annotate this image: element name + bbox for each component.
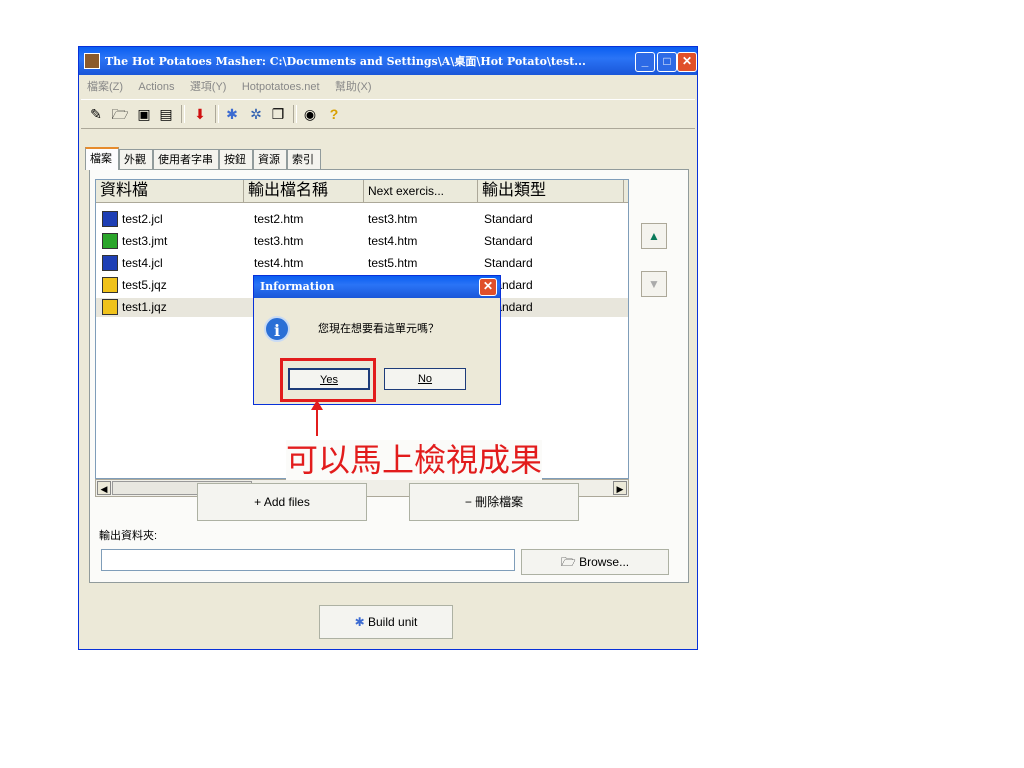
cell-file: test5.jqz <box>122 278 167 292</box>
cell-next: test4.htm <box>368 234 418 248</box>
save-icon[interactable]: ▣ <box>135 105 153 123</box>
scroll-right-icon[interactable]: ▶ <box>613 481 627 495</box>
dialog-title: Information <box>260 280 335 293</box>
masher-window: The Hot Potatoes Masher: C:\Documents an… <box>78 46 698 650</box>
build-index-icon[interactable]: ✲ <box>247 105 265 123</box>
tab-appearance[interactable]: 外觀 <box>119 149 153 169</box>
tab-resources[interactable]: 資源 <box>253 149 287 169</box>
menu-file[interactable]: 檔案(Z) <box>87 78 123 96</box>
annotation-arrow-line <box>316 404 318 436</box>
toolbar-separator <box>215 105 219 123</box>
cell-output: test2.htm <box>254 212 304 226</box>
dialog-close-button[interactable]: ✕ <box>479 278 497 296</box>
table-row[interactable]: test2.jcl test2.htm test3.htm Standard <box>96 210 628 229</box>
list-header: 資料檔 輸出檔名稱 Next exercis... 輸出類型 <box>96 180 628 203</box>
tab-buttons[interactable]: 按鈕 <box>219 149 253 169</box>
maximize-button[interactable]: □ <box>657 52 677 72</box>
column-output-name[interactable]: 輸出檔名稱 <box>244 180 364 202</box>
build-unit-icon[interactable]: ✱ <box>223 105 241 123</box>
tab-files[interactable]: 檔案 <box>85 147 119 170</box>
dialog-message: 您現在想要看這單元嗎？ <box>318 323 439 335</box>
file-icon <box>102 211 118 227</box>
output-folder-input[interactable] <box>101 549 515 571</box>
no-button[interactable]: No <box>384 368 466 390</box>
scroll-left-icon[interactable]: ◀ <box>97 481 111 495</box>
column-data-file[interactable]: 資料檔 <box>96 180 244 202</box>
save-as-icon[interactable]: ▤ <box>157 105 175 123</box>
column-next-exercise[interactable]: Next exercis... <box>364 180 478 202</box>
highlight-box <box>280 358 376 402</box>
new-file-icon[interactable]: ✎ <box>87 105 105 123</box>
toolbar: ✎ 🗁 ▣ ▤ ⬇ ✱ ✲ ❐ ◉ ? <box>81 99 695 129</box>
toolbar-separator <box>293 105 297 123</box>
file-icon <box>102 277 118 293</box>
copy-icon[interactable]: ❐ <box>269 105 287 123</box>
menu-options[interactable]: 選項(Y) <box>190 78 227 96</box>
build-unit-button[interactable]: ✱ Build unit <box>319 605 453 639</box>
file-icon <box>102 255 118 271</box>
column-output-type[interactable]: 輸出類型 <box>478 180 624 202</box>
cell-next: test5.htm <box>368 256 418 270</box>
cell-next: test3.htm <box>368 212 418 226</box>
open-folder-icon: 🗁 <box>560 555 580 569</box>
file-icon <box>102 233 118 249</box>
information-icon: i <box>264 316 290 342</box>
add-file-arrow-icon[interactable]: ⬇ <box>191 105 209 123</box>
menu-hotpotatoes-net[interactable]: Hotpotatoes.net <box>242 78 320 96</box>
dialog-title-bar[interactable]: Information ✕ <box>254 276 500 298</box>
tab-index[interactable]: 索引 <box>287 149 321 169</box>
browse-label: Browse... <box>579 555 630 569</box>
file-icon <box>102 299 118 315</box>
table-row[interactable]: test3.jmt test3.htm test4.htm Standard <box>96 232 628 251</box>
cell-type: Standard <box>484 234 533 248</box>
title-bar[interactable]: The Hot Potatoes Masher: C:\Documents an… <box>79 47 697 75</box>
add-files-button[interactable]: + Add files <box>197 483 367 521</box>
hot-potatoes-app-icon <box>84 53 100 69</box>
close-button[interactable]: ✕ <box>677 52 697 72</box>
annotation-text: 可以馬上檢視成果 <box>286 440 543 480</box>
menu-actions[interactable]: Actions <box>138 78 174 96</box>
output-folder-label: 輸出資料夾: <box>99 530 158 542</box>
delete-files-button[interactable]: − 刪除檔案 <box>409 483 579 521</box>
minimize-button[interactable]: _ <box>635 52 655 72</box>
cell-type: Standard <box>484 212 533 226</box>
browse-button[interactable]: 🗁 Browse... <box>521 549 669 575</box>
cell-output: test4.htm <box>254 256 304 270</box>
help-icon[interactable]: ? <box>325 105 343 123</box>
open-folder-icon[interactable]: 🗁 <box>111 105 129 123</box>
move-down-button[interactable]: ▼ <box>641 271 667 297</box>
move-up-button[interactable]: ▲ <box>641 223 667 249</box>
tab-user-strings[interactable]: 使用者字串 <box>153 149 219 169</box>
cell-file: test3.jmt <box>122 234 168 248</box>
toolbar-separator <box>181 105 185 123</box>
build-unit-label: Build unit <box>368 615 418 629</box>
cell-file: test2.jcl <box>122 212 163 226</box>
menu-bar: 檔案(Z) Actions 選項(Y) Hotpotatoes.net 幫助(X… <box>81 78 695 96</box>
table-row[interactable]: test4.jcl test4.htm test5.htm Standard <box>96 254 628 273</box>
cell-type: Standard <box>484 256 533 270</box>
cell-output: test3.htm <box>254 234 304 248</box>
web-icon[interactable]: ◉ <box>301 105 319 123</box>
build-unit-icon: ✱ <box>354 615 368 629</box>
menu-help[interactable]: 幫助(X) <box>335 78 372 96</box>
cell-file: test1.jqz <box>122 300 167 314</box>
cell-file: test4.jcl <box>122 256 163 270</box>
window-title: The Hot Potatoes Masher: C:\Documents an… <box>105 55 586 68</box>
